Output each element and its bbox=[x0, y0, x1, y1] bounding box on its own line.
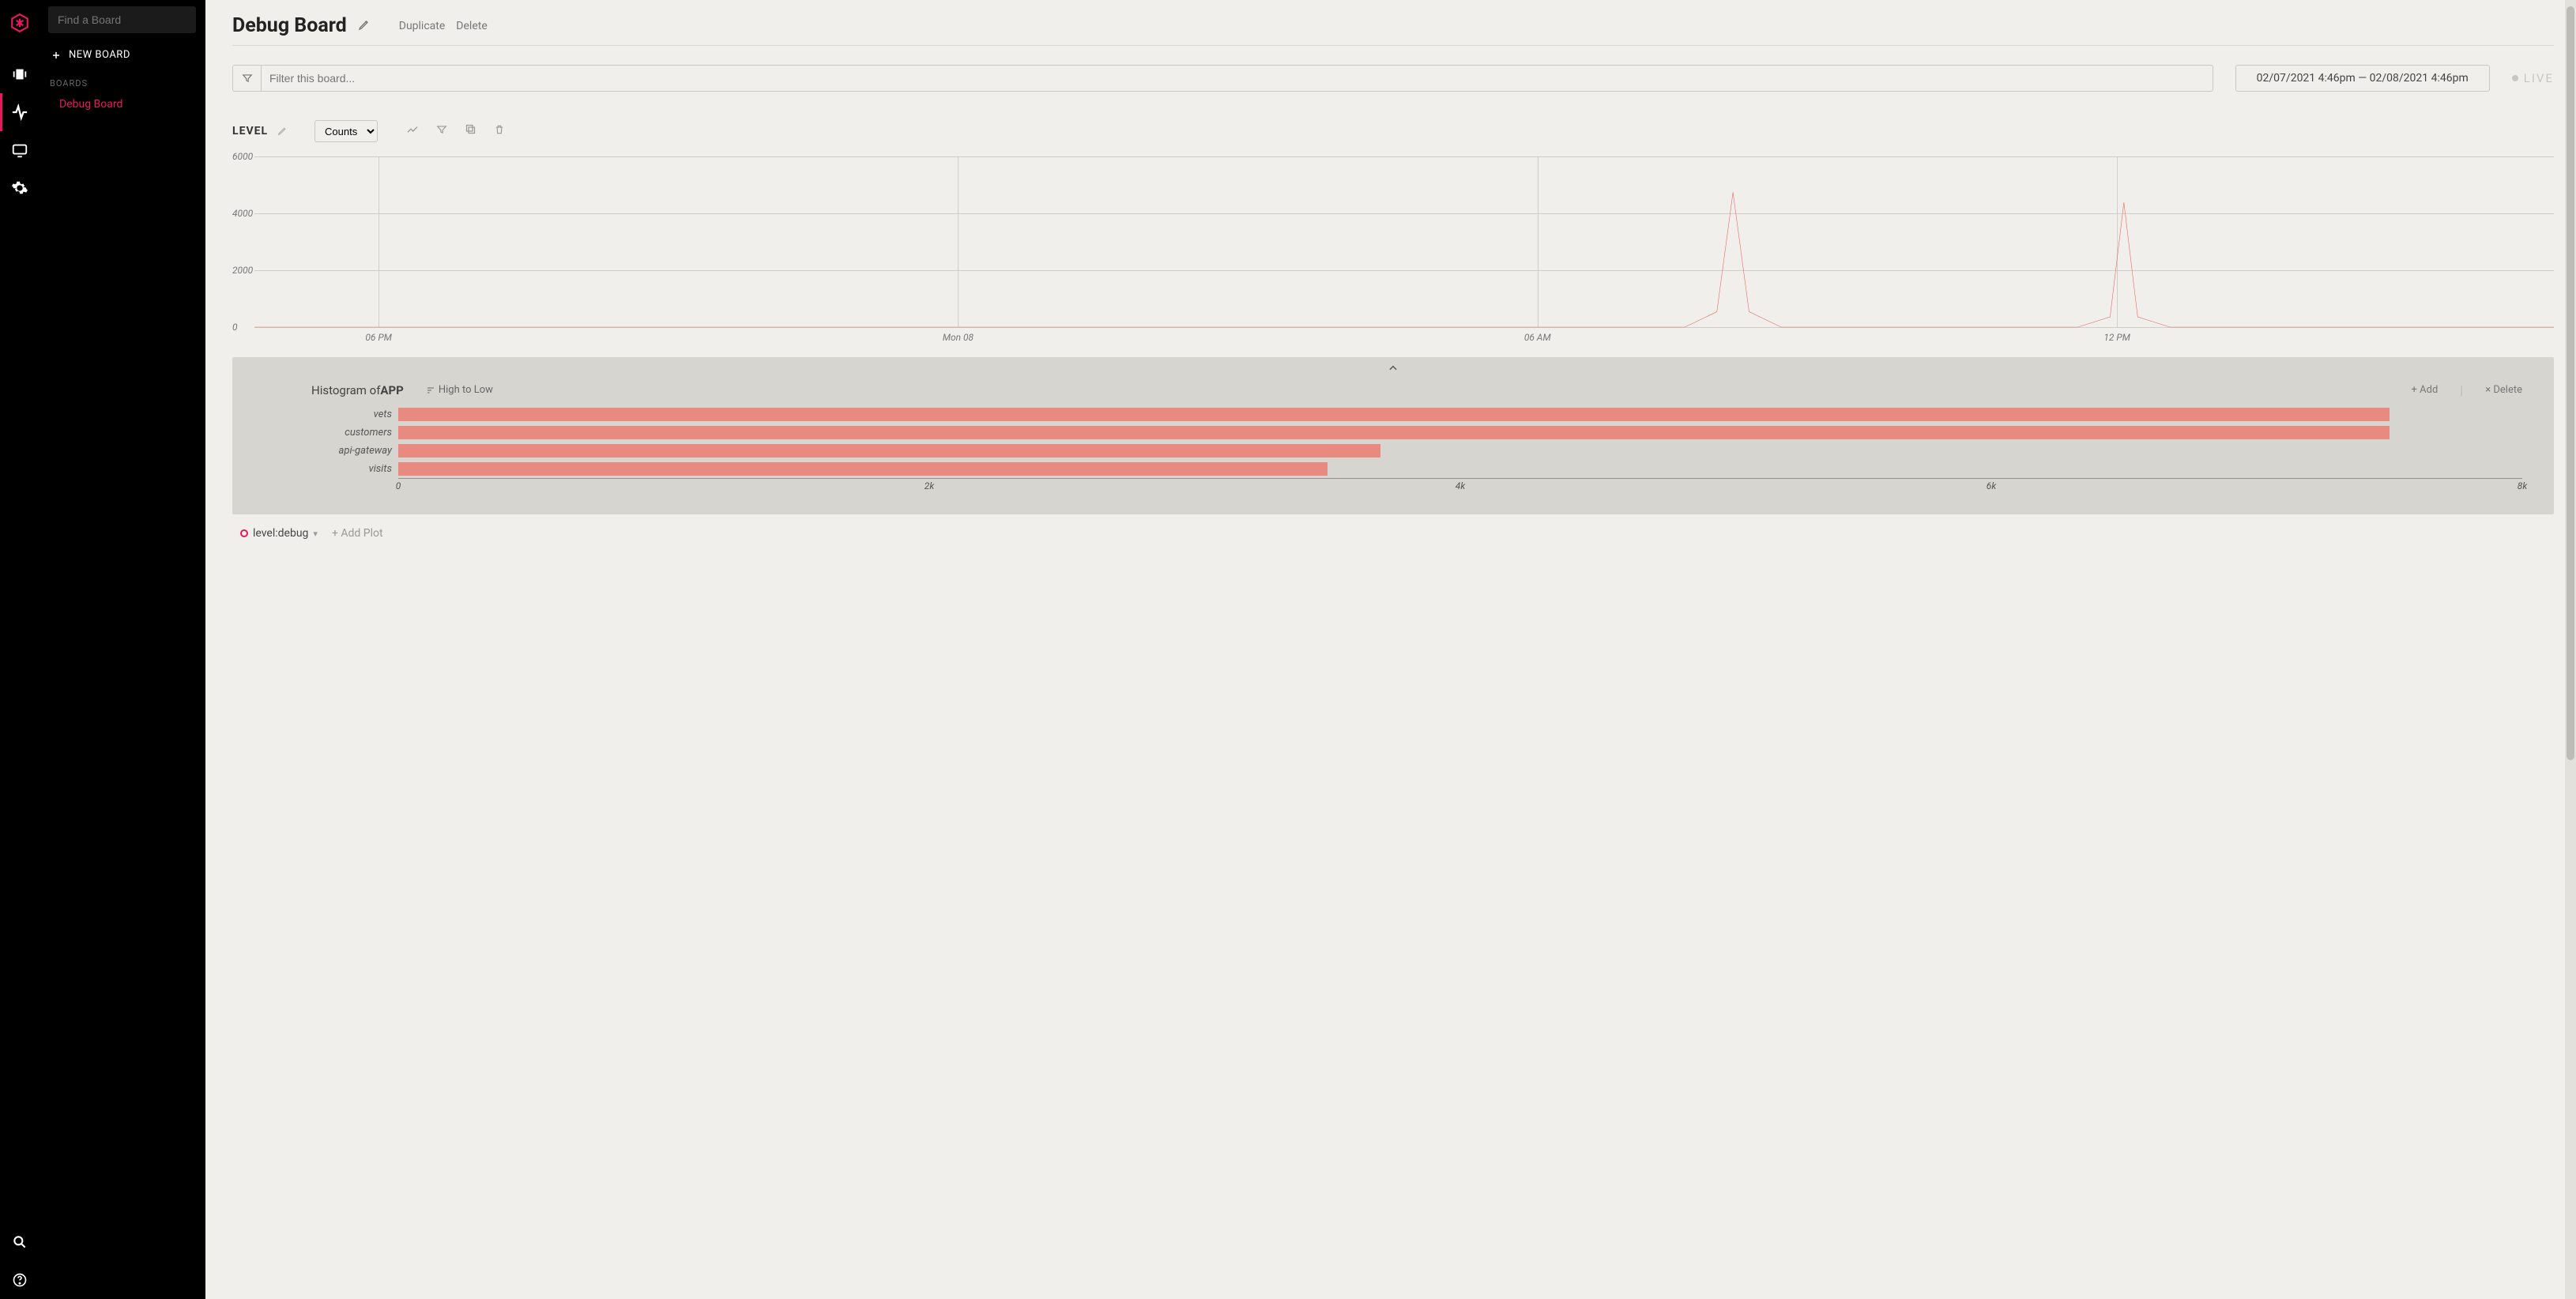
live-label: LIVE bbox=[2524, 71, 2554, 85]
nav-help[interactable] bbox=[0, 1261, 39, 1299]
y-tick-label: 6000 bbox=[232, 151, 253, 162]
nav-rail bbox=[0, 0, 39, 1299]
board-search[interactable] bbox=[48, 6, 196, 33]
filter-input[interactable] bbox=[262, 66, 2213, 91]
histogram-bar-row[interactable]: customers bbox=[319, 424, 2522, 442]
histogram-bar-chart[interactable]: vetscustomersapi-gatewayvisits02k4k6k8k bbox=[319, 405, 2522, 492]
board-header: Debug Board Duplicate Delete bbox=[232, 0, 2554, 46]
y-tick-label: 4000 bbox=[232, 208, 253, 219]
nav-monitor[interactable] bbox=[0, 131, 39, 169]
aggregation-select[interactable]: Counts bbox=[314, 120, 378, 142]
y-tick-label: 0 bbox=[232, 322, 238, 333]
sort-toggle[interactable]: High to Low bbox=[426, 384, 493, 396]
histogram-panel: Histogram ofAPP High to Low + Add | × De… bbox=[232, 357, 2554, 514]
series-swatch-icon bbox=[240, 529, 248, 537]
histogram-bar-row[interactable]: visits bbox=[319, 460, 2522, 478]
histogram-x-tick: 4k bbox=[1456, 480, 1465, 491]
histogram-add-button[interactable]: + Add bbox=[2412, 384, 2439, 396]
collapse-icon[interactable] bbox=[1386, 362, 1400, 377]
x-tick-label: 06 PM bbox=[365, 332, 392, 343]
x-tick-label: Mon 08 bbox=[943, 332, 974, 343]
histogram-category-label: customers bbox=[319, 427, 398, 439]
nav-boards[interactable] bbox=[0, 55, 39, 93]
board-title: Debug Board bbox=[232, 14, 347, 37]
series-legend-item[interactable]: level:debug ▾ bbox=[240, 527, 318, 540]
x-tick-label: 06 AM bbox=[1524, 332, 1551, 343]
x-tick-label: 12 PM bbox=[2103, 332, 2130, 343]
duplicate-card-icon[interactable] bbox=[465, 123, 476, 139]
add-plot-button[interactable]: + Add Plot bbox=[332, 527, 383, 540]
edit-title-icon[interactable] bbox=[358, 18, 371, 34]
legend-row: level:debug ▾ + Add Plot bbox=[232, 514, 2554, 540]
histogram-x-tick: 0 bbox=[396, 480, 401, 491]
duplicate-button[interactable]: Duplicate bbox=[399, 20, 446, 32]
chevron-down-icon: ▾ bbox=[313, 529, 318, 539]
histogram-x-tick: 2k bbox=[925, 480, 934, 491]
edit-card-icon[interactable] bbox=[277, 124, 288, 139]
level-line-chart[interactable]: 06 PMMon 0806 AM12 PM 0200040006000 bbox=[232, 156, 2554, 346]
delete-button[interactable]: Delete bbox=[456, 20, 487, 32]
histogram-category-label: api-gateway bbox=[319, 445, 398, 457]
level-card-title: LEVEL bbox=[232, 125, 268, 137]
filter-row: 02/07/2021 4:46pm — 02/08/2021 4:46pm LI… bbox=[232, 46, 2554, 92]
side-panel: NEW BOARD BOARDS Debug Board bbox=[39, 0, 205, 1299]
y-tick-label: 2000 bbox=[232, 265, 253, 276]
chart-type-icon[interactable] bbox=[406, 123, 419, 139]
logo-icon bbox=[9, 13, 30, 33]
filter-icon[interactable] bbox=[233, 66, 262, 91]
scrollbar-track[interactable] bbox=[2565, 0, 2576, 1299]
main-content: Debug Board Duplicate Delete 02/07/2021 … bbox=[205, 0, 2576, 1299]
histogram-category-label: visits bbox=[319, 463, 398, 475]
histogram-x-tick: 8k bbox=[2518, 480, 2527, 491]
live-dot-icon bbox=[2512, 75, 2518, 81]
histogram-bar-row[interactable]: api-gateway bbox=[319, 442, 2522, 460]
board-link[interactable]: Debug Board bbox=[48, 93, 196, 115]
histogram-bar-row[interactable]: vets bbox=[319, 405, 2522, 424]
scrollbar-thumb[interactable] bbox=[2567, 6, 2574, 760]
new-board-label: NEW BOARD bbox=[69, 49, 130, 61]
nav-activity[interactable] bbox=[0, 93, 39, 131]
live-indicator[interactable]: LIVE bbox=[2512, 71, 2554, 85]
histogram-title: Histogram ofAPP bbox=[311, 383, 404, 397]
histogram-x-tick: 6k bbox=[1987, 480, 1996, 491]
delete-card-icon[interactable] bbox=[494, 123, 505, 139]
filter-card-icon[interactable] bbox=[436, 123, 447, 139]
board-search-input[interactable] bbox=[58, 13, 186, 26]
histogram-delete-button[interactable]: × Delete bbox=[2485, 384, 2522, 396]
nav-search[interactable] bbox=[0, 1223, 39, 1261]
nav-settings[interactable] bbox=[0, 169, 39, 207]
histogram-category-label: vets bbox=[319, 409, 398, 420]
filter-box bbox=[232, 65, 2213, 92]
level-card-header: LEVEL Counts bbox=[232, 92, 2554, 152]
series-label: level:debug bbox=[253, 527, 308, 540]
boards-section-label: BOARDS bbox=[48, 72, 196, 93]
new-board-button[interactable]: NEW BOARD bbox=[48, 44, 196, 72]
daterange-picker[interactable]: 02/07/2021 4:46pm — 02/08/2021 4:46pm bbox=[2235, 65, 2490, 92]
